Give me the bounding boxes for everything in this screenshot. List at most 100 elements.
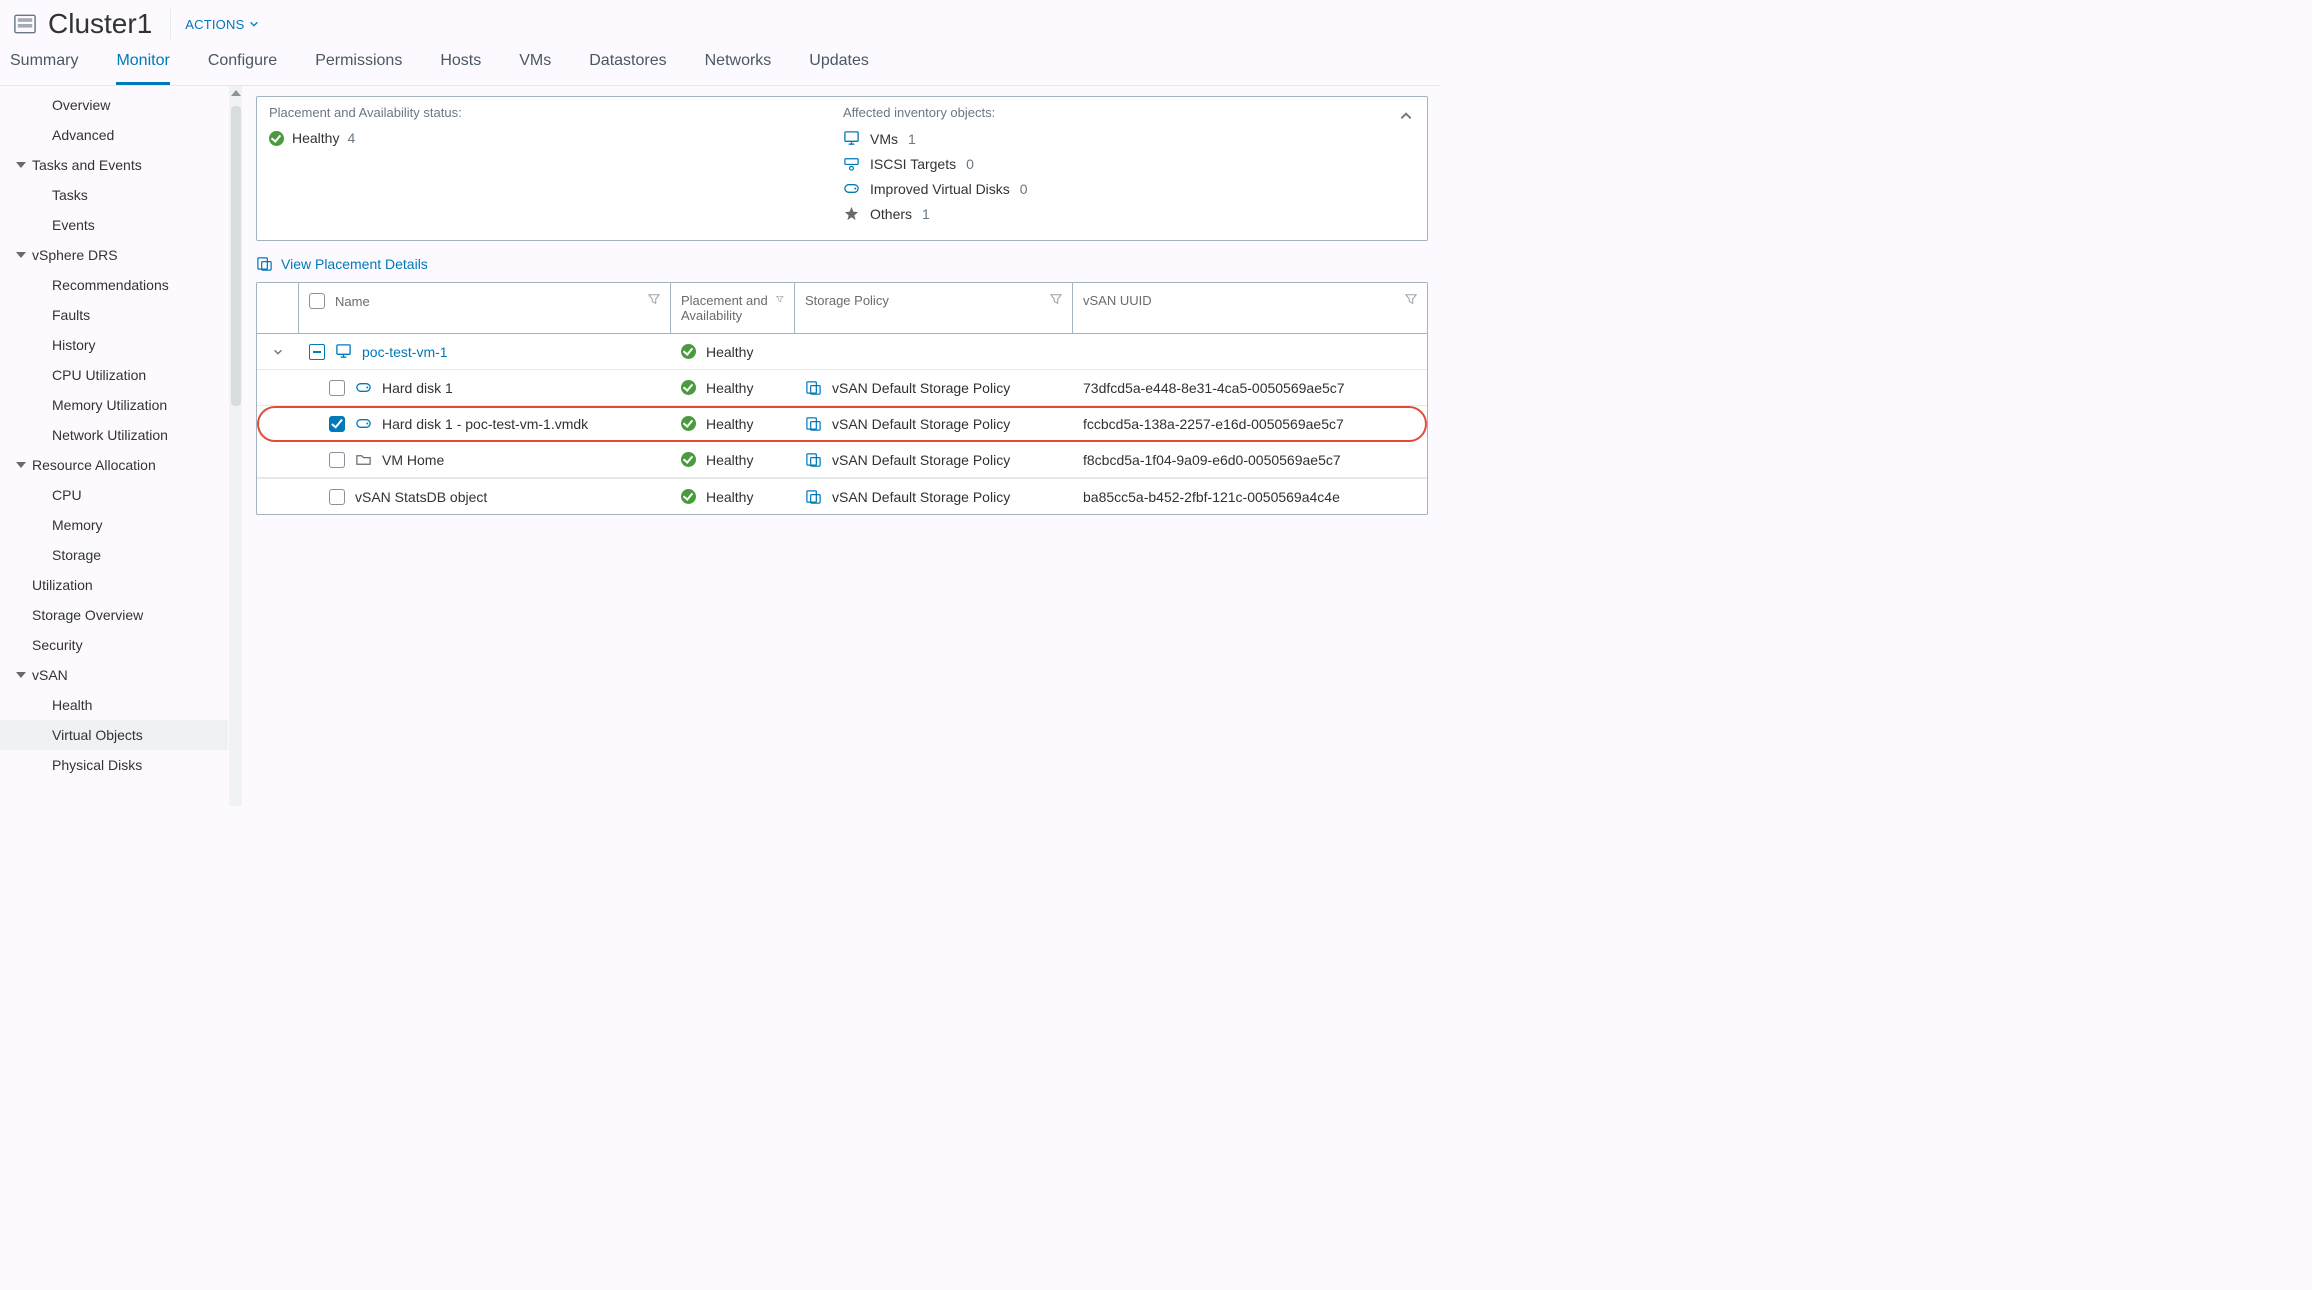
table-row[interactable]: vSAN StatsDB object Healthy vSAN Default S…: [257, 478, 1427, 514]
tab-monitor[interactable]: Monitor: [116, 44, 169, 85]
sidebar-item-cpu-utilization[interactable]: CPU Utilization: [0, 360, 228, 390]
tab-permissions[interactable]: Permissions: [315, 44, 402, 85]
sidebar-item-cpu[interactable]: CPU: [0, 480, 228, 510]
caret-down-icon: [16, 460, 26, 470]
sidebar-item-tasks-and-events[interactable]: Tasks and Events: [0, 150, 228, 180]
expand-cell[interactable]: [257, 347, 299, 357]
vm-name-link[interactable]: poc-test-vm-1: [362, 344, 448, 360]
tab-vms[interactable]: VMs: [519, 44, 551, 85]
page-title: Cluster1: [48, 8, 152, 40]
cluster-icon: [12, 11, 38, 37]
sidebar-item-storage[interactable]: Storage: [0, 540, 228, 570]
health-label: Healthy: [706, 489, 753, 505]
sidebar-item-events[interactable]: Events: [0, 210, 228, 240]
object-name: Hard disk 1: [382, 380, 453, 396]
sidebar-item-resource-allocation[interactable]: Resource Allocation: [0, 450, 228, 480]
sidebar-item-history[interactable]: History: [0, 330, 228, 360]
filter-icon[interactable]: [776, 293, 784, 305]
sidebar-item-storage-overview[interactable]: Storage Overview: [0, 600, 228, 630]
healthy-icon: [681, 380, 696, 395]
col-placement-header[interactable]: Placement and Availability: [671, 283, 795, 333]
row-checkbox[interactable]: [329, 416, 345, 432]
affected-objects-col: Affected inventory objects: VMs1ISCSI Ta…: [843, 105, 1417, 230]
policy-label: vSAN Default Storage Policy: [832, 416, 1010, 432]
sidebar-item-recommendations[interactable]: Recommendations: [0, 270, 228, 300]
row-checkbox[interactable]: [329, 452, 345, 468]
sidebar-item-advanced[interactable]: Advanced: [0, 120, 228, 150]
actions-menu-button[interactable]: ACTIONS: [185, 17, 259, 32]
scroll-up-arrow-icon[interactable]: [231, 90, 241, 96]
filter-icon[interactable]: [648, 293, 660, 305]
col-name-header[interactable]: Name: [299, 283, 671, 333]
filter-icon[interactable]: [1405, 293, 1417, 305]
view-placement-details-link[interactable]: View Placement Details: [256, 255, 428, 272]
sidebar-item-label: Security: [32, 637, 83, 653]
sidebar-item-label: Advanced: [52, 127, 114, 143]
tab-summary[interactable]: Summary: [10, 44, 78, 85]
sidebar-item-vsphere-drs[interactable]: vSphere DRS: [0, 240, 228, 270]
sidebar-item-overview[interactable]: Overview: [0, 90, 228, 120]
tab-updates[interactable]: Updates: [809, 44, 869, 85]
row-checkbox[interactable]: [329, 489, 345, 505]
tab-hosts[interactable]: Hosts: [440, 44, 481, 85]
select-all-checkbox[interactable]: [309, 293, 325, 309]
sidebar-item-label: Overview: [52, 97, 110, 113]
tab-configure[interactable]: Configure: [208, 44, 277, 85]
sidebar-item-physical-disks[interactable]: Physical Disks: [0, 750, 228, 780]
table-row[interactable]: poc-test-vm-1 Healthy: [257, 334, 1427, 370]
sidebar-item-virtual-objects[interactable]: Virtual Objects: [0, 720, 228, 750]
sidebar-item-label: Storage: [52, 547, 101, 563]
sidebar-item-tasks[interactable]: Tasks: [0, 180, 228, 210]
sidebar-item-memory-utilization[interactable]: Memory Utilization: [0, 390, 228, 420]
filter-icon[interactable]: [1050, 293, 1062, 305]
sidebar-item-faults[interactable]: Faults: [0, 300, 228, 330]
tab-networks[interactable]: Networks: [705, 44, 772, 85]
affected-object-count: 0: [966, 156, 974, 172]
header: Cluster1 ACTIONS: [0, 0, 1440, 44]
sidebar-item-label: CPU: [52, 487, 82, 503]
table-row[interactable]: Hard disk 1 - poc-test-vm-1.vmdkHealthyv…: [257, 406, 1427, 442]
policy-label: vSAN Default Storage Policy: [832, 489, 1010, 505]
col-policy-header[interactable]: Storage Policy: [795, 283, 1073, 333]
placement-cell: Healthy: [671, 416, 795, 432]
uuid-value: fccbcd5a-138a-2257-e16d-0050569ae5c7: [1083, 416, 1344, 432]
healthy-icon: [681, 416, 696, 431]
policy-cell: vSAN Default Storage Policy: [795, 451, 1073, 468]
storage-policy-icon: [805, 379, 822, 396]
chevron-down-icon: [249, 19, 259, 29]
chevron-down-icon[interactable]: [273, 347, 283, 357]
row-checkbox[interactable]: [329, 380, 345, 396]
policy-cell: vSAN Default Storage Policy: [795, 379, 1073, 396]
tab-datastores[interactable]: Datastores: [589, 44, 666, 85]
sidebar-item-network-utilization[interactable]: Network Utilization: [0, 420, 228, 450]
sidebar-item-utilization[interactable]: Utilization: [0, 570, 228, 600]
healthy-icon: [681, 344, 696, 359]
table-row[interactable]: VM HomeHealthyvSAN Default Storage Polic…: [257, 442, 1427, 478]
sidebar-item-label: Memory: [52, 517, 103, 533]
disk-icon: [355, 415, 372, 432]
actions-label: ACTIONS: [185, 17, 244, 32]
sidebar-item-vsan[interactable]: vSAN: [0, 660, 228, 690]
vm-icon: [335, 343, 352, 360]
name-cell: Hard disk 1: [299, 379, 671, 396]
sidebar-item-health[interactable]: Health: [0, 690, 228, 720]
storage-policy-icon: [805, 415, 822, 432]
panel-collapse-button[interactable]: [1399, 109, 1413, 123]
col-uuid-header[interactable]: vSAN UUID: [1073, 283, 1427, 333]
virtual-objects-table: Name Placement and Availability Storage …: [256, 282, 1428, 515]
collapse-minus-icon[interactable]: [309, 344, 325, 360]
sidebar-scrollbar[interactable]: [228, 86, 242, 806]
sidebar-item-label: Storage Overview: [32, 607, 143, 623]
view-placement-details-label: View Placement Details: [281, 256, 428, 272]
divider: [170, 9, 171, 39]
health-label: Healthy: [706, 344, 753, 360]
sidebar-item-memory[interactable]: Memory: [0, 510, 228, 540]
affected-object-row: Improved Virtual Disks0: [843, 180, 1397, 197]
affected-object-count: 1: [922, 206, 930, 222]
scroll-thumb[interactable]: [231, 106, 241, 406]
uuid-cell: 73dfcd5a-e448-8e31-4ca5-0050569ae5c7: [1073, 380, 1427, 396]
object-name: vSAN StatsDB object: [355, 489, 487, 505]
table-row[interactable]: Hard disk 1HealthyvSAN Default Storage P…: [257, 370, 1427, 406]
sidebar-item-security[interactable]: Security: [0, 630, 228, 660]
sidebar-item-label: Health: [52, 697, 92, 713]
